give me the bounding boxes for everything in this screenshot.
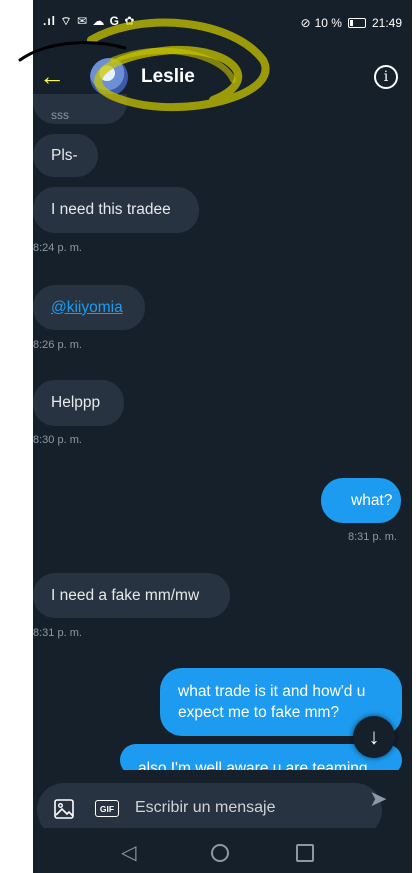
send-icon[interactable]: ➤ [369,786,387,812]
message-bubble-incoming[interactable]: Helppp [33,380,124,426]
message-timestamp: 8:24 p. m. [33,242,82,254]
message-text: I need this tradee [51,201,171,218]
system-navbar: ◁ [33,828,412,873]
message-timestamp: 8:31 p. m. [348,531,397,543]
status-right: ⊘ 10 % 21:49 [301,16,402,30]
nav-home-icon[interactable] [211,844,229,862]
scroll-to-bottom-button[interactable]: ↓ [353,716,395,758]
message-bubble-incoming[interactable]: @kiiyomia [33,285,145,330]
mute-icon: ⊘ [300,16,311,30]
message-bubble-incoming[interactable]: I need this tradee [33,187,199,233]
nav-recents-icon[interactable] [296,844,314,862]
battery-icon [347,18,366,28]
info-icon[interactable]: i [374,65,398,89]
message-bubble-incoming[interactable]: sss [33,94,127,124]
pen-stroke-annotation [18,41,127,62]
image-icon[interactable] [54,799,74,819]
message-text: what trade is it and how'd u expect me t… [178,683,366,721]
message-input[interactable]: Escribir un mensaje [135,799,276,817]
message-timestamp: 8:26 p. m. [33,339,82,351]
nav-back-icon[interactable]: ◁ [121,840,136,865]
message-text: sss [51,108,69,122]
message-text: what? [351,491,393,509]
message-bubble-outgoing[interactable]: what? [321,478,401,523]
message-text: Pls- [51,146,78,164]
message-timestamp: 8:30 p. m. [33,434,82,446]
phone-screen: .ıl ⌔ ✉ ☁ G ✿ ⊘ 10 % 21:49 ← Leslie i ss… [33,0,412,873]
message-bubble-incoming[interactable]: I need a fake mm/mw [33,573,230,618]
composer-area: GIF Escribir un mensaje [33,770,412,837]
message-text: I need a fake mm/mw [51,586,200,604]
battery-text: 10 % [314,16,342,30]
clock: 21:49 [371,16,402,30]
gif-icon[interactable]: GIF [95,800,119,817]
contact-name[interactable]: Leslie [141,66,195,88]
message-text: Helppp [51,394,101,411]
mention-link[interactable]: @kiiyomia [51,299,123,317]
message-timestamp: 8:31 p. m. [33,627,82,639]
message-bubble-incoming[interactable]: Pls- [33,134,98,177]
